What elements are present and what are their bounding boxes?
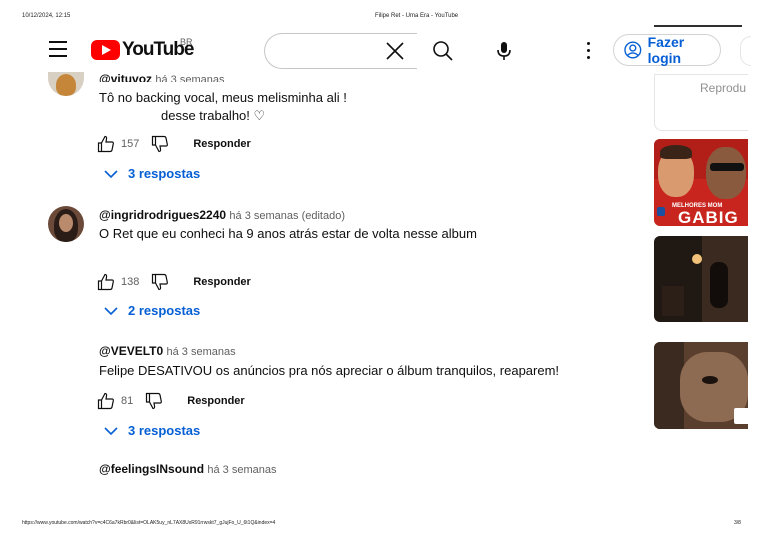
search-icon[interactable] bbox=[432, 40, 454, 62]
chevron-down-icon bbox=[104, 169, 118, 178]
signin-button[interactable]: Fazer login bbox=[613, 34, 721, 66]
thumbs-down-icon[interactable] bbox=[145, 392, 163, 410]
youtube-logo[interactable]: YouTube bbox=[91, 38, 194, 62]
comment-time: há 3 semanas bbox=[166, 346, 236, 358]
like-count: 138 bbox=[121, 276, 140, 288]
reply-button[interactable]: Responder bbox=[187, 395, 244, 407]
print-url: https://www.youtube.com/watch?v=c4C6a7kR… bbox=[22, 520, 276, 526]
comment-text: O Ret que eu conheci ha 9 anos atrás est… bbox=[99, 226, 477, 241]
chevron-down-icon bbox=[104, 426, 118, 435]
avatar[interactable] bbox=[48, 206, 84, 242]
video-thumbnail[interactable]: MELHORES MOM GABIG bbox=[654, 139, 748, 226]
comment-time: há 3 semanas (editado) bbox=[229, 210, 345, 222]
thumbs-up-icon[interactable] bbox=[97, 135, 115, 153]
comment-author[interactable]: @vituvoz há 3 semanas bbox=[99, 72, 225, 82]
print-datetime: 10/12/2024, 12:15 bbox=[22, 13, 71, 19]
thumbnail-title: GABIG bbox=[678, 208, 739, 226]
thumbs-down-icon[interactable] bbox=[151, 135, 169, 153]
player-card-text: Reprodu bbox=[700, 81, 747, 95]
more-options-icon[interactable] bbox=[585, 42, 591, 60]
comment-toolbar: 138 Responder bbox=[97, 272, 251, 292]
replies-count: 3 respostas bbox=[128, 423, 201, 438]
thumbs-up-icon[interactable] bbox=[97, 273, 115, 291]
chevron-down-icon bbox=[104, 306, 118, 315]
like-count: 81 bbox=[121, 395, 134, 407]
badge-icon bbox=[657, 207, 665, 216]
print-page-number: 3/8 bbox=[734, 520, 741, 526]
microphone-icon[interactable] bbox=[495, 41, 513, 61]
replies-count: 2 respostas bbox=[128, 303, 201, 318]
country-code: BR bbox=[180, 37, 193, 47]
play-logo-icon bbox=[91, 40, 120, 60]
close-icon[interactable] bbox=[385, 41, 405, 61]
reply-button[interactable]: Responder bbox=[193, 138, 250, 150]
comment-author[interactable]: @feelingsINsound há 3 semanas bbox=[99, 462, 277, 476]
account-icon bbox=[624, 41, 642, 59]
like-count: 157 bbox=[121, 138, 140, 150]
replies-toggle[interactable]: 3 respostas bbox=[104, 423, 200, 438]
avatar[interactable] bbox=[48, 72, 84, 96]
replies-toggle[interactable]: 2 respostas bbox=[104, 303, 200, 318]
comment-time: há 3 semanas bbox=[207, 464, 277, 476]
print-page-title: Filipe Ret - Uma Era - YouTube bbox=[375, 13, 459, 19]
video-thumbnail[interactable] bbox=[654, 236, 748, 322]
comment-text: Felipe DESATIVOU os anúncios pra nós apr… bbox=[99, 363, 560, 378]
video-thumbnail[interactable] bbox=[654, 342, 748, 429]
reply-button[interactable]: Responder bbox=[193, 276, 250, 288]
partial-chip[interactable] bbox=[740, 36, 751, 66]
comment-author[interactable]: @ingridrodrigues2240 há 3 semanas (edita… bbox=[99, 208, 345, 222]
comment-time: há 3 semanas bbox=[155, 74, 225, 82]
replies-toggle[interactable]: 3 respostas bbox=[104, 166, 200, 181]
menu-icon[interactable] bbox=[49, 41, 67, 57]
thumbs-up-icon[interactable] bbox=[97, 392, 115, 410]
replies-count: 3 respostas bbox=[128, 166, 201, 181]
thumbnail-edge bbox=[654, 25, 742, 27]
thumbs-down-icon[interactable] bbox=[151, 273, 169, 291]
comment-toolbar: 157 Responder bbox=[97, 134, 251, 154]
comment-text-continued: desse trabalho! ♡ bbox=[161, 108, 266, 123]
comment-toolbar: 81 Responder bbox=[97, 391, 245, 411]
comment-text: Tô no backing vocal, meus melisminha ali… bbox=[99, 90, 347, 105]
player-card[interactable]: Reprodu bbox=[654, 74, 748, 131]
signin-label: Fazer login bbox=[647, 34, 685, 66]
comment-author[interactable]: @VEVELT0 há 3 semanas bbox=[99, 344, 236, 358]
